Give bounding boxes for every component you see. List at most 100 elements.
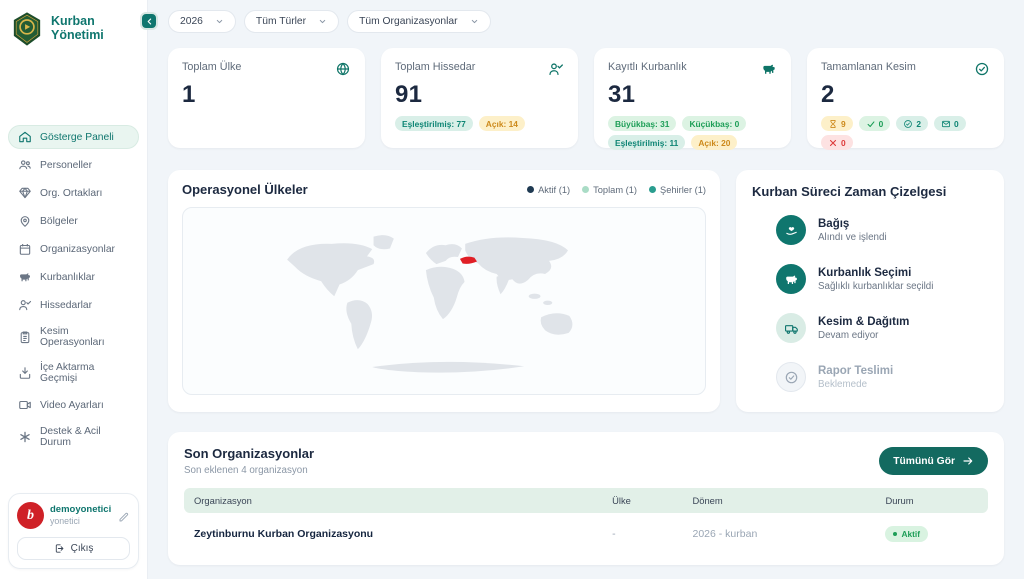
- stat-card: Toplam Ülke 1: [168, 48, 365, 148]
- sidebar-item-label: Personeller: [40, 160, 92, 171]
- filter-dropdown[interactable]: Tüm Organizasyonlar: [347, 10, 490, 33]
- user-name: demoyonetici: [50, 504, 111, 516]
- chevron-down-icon: [215, 17, 224, 26]
- timeline-step: Bağış Alındı ve işlendi: [776, 215, 988, 245]
- middle-row: Operasyonel Ülkeler Aktif (1) Toplam (1)…: [168, 170, 1004, 412]
- stat-value: 2: [821, 81, 990, 109]
- stat-value: 31: [608, 81, 777, 109]
- sidebar-item-label: Kesim Operasyonları: [40, 326, 129, 348]
- orgs-subtitle: Son eklenen 4 organizasyon: [184, 465, 314, 476]
- sidebar-item[interactable]: Destek & Acil Durum: [8, 421, 139, 453]
- sidebar-item[interactable]: Hissedarlar: [8, 293, 139, 317]
- sidebar-collapse-button[interactable]: [140, 12, 158, 30]
- app-logo-icon: [10, 11, 44, 47]
- stat-badge: Eşleştirilmiş: 11: [608, 135, 685, 150]
- edit-profile-icon[interactable]: [118, 510, 130, 522]
- org-country-cell: -: [602, 513, 682, 555]
- truck-icon: [776, 313, 806, 343]
- calendar-icon: [18, 242, 32, 256]
- timeline-step: Kesim & Dağıtım Devam ediyor: [776, 313, 988, 343]
- globe-icon: [335, 61, 351, 77]
- stat-badge: 0: [934, 116, 966, 131]
- timeline-step-subtitle: Devam ediyor: [818, 330, 909, 341]
- timeline-steps: Bağış Alındı ve işlendi Kurbanlık Seçimi…: [752, 215, 988, 392]
- stat-badge: Küçükbaş: 0: [682, 116, 746, 131]
- user-card: b demoyonetici yonetici Çıkış: [8, 493, 139, 569]
- video-icon: [18, 398, 32, 412]
- sidebar-item[interactable]: Kurbanlıklar: [8, 265, 139, 289]
- sidebar-item-label: Hissedarlar: [40, 300, 92, 311]
- filter-label: Tüm Türler: [256, 16, 306, 27]
- timeline-step-title: Kesim & Dağıtım: [818, 316, 909, 328]
- timeline-title: Kurban Süreci Zaman Çizelgesi: [752, 184, 988, 199]
- timeline-step: Kurbanlık Seçimi Sağlıklı kurbanlıklar s…: [776, 264, 988, 294]
- stat-label: Kayıtlı Kurbanlık: [608, 61, 687, 73]
- view-all-button[interactable]: Tümünü Gör: [879, 447, 988, 475]
- sidebar-item[interactable]: Organizasyonlar: [8, 237, 139, 261]
- user-role: yonetici: [50, 516, 111, 527]
- process-timeline-panel: Kurban Süreci Zaman Çizelgesi Bağış Alın…: [736, 170, 1004, 412]
- col-header-organization: Organizasyon: [184, 488, 602, 513]
- logout-icon: [54, 543, 65, 554]
- stat-label: Toplam Ülke: [182, 61, 241, 73]
- logout-label: Çıkış: [71, 543, 94, 554]
- sidebar-item[interactable]: Bölgeler: [8, 209, 139, 233]
- cow-icon: [761, 61, 777, 77]
- sidebar-item-label: Kurbanlıklar: [40, 272, 95, 283]
- sidebar-item[interactable]: Video Ayarları: [8, 393, 139, 417]
- stat-value: 1: [182, 81, 351, 109]
- check-circle-icon: [903, 119, 913, 129]
- stat-badge: 0: [821, 135, 853, 150]
- stat-badge: 0: [859, 116, 891, 131]
- clipboard-icon: [18, 330, 32, 344]
- timeline-step-title: Bağış: [818, 218, 887, 230]
- legend-dot: [649, 186, 656, 193]
- legend-dot: [527, 186, 534, 193]
- avatar: b: [17, 502, 44, 529]
- stat-value: 91: [395, 81, 564, 109]
- sidebar-item[interactable]: Personeller: [8, 153, 139, 177]
- world-map-svg: [272, 219, 617, 383]
- filter-dropdown[interactable]: 2026: [168, 10, 236, 33]
- x-icon: [828, 138, 838, 148]
- sidebar-item-label: İçe Aktarma Geçmişi: [40, 362, 129, 384]
- sidebar: Kurban Yönetimi Gösterge Paneli Personel…: [0, 0, 148, 579]
- timeline-step-title: Kurbanlık Seçimi: [818, 267, 933, 279]
- sidebar-item-label: Destek & Acil Durum: [40, 426, 129, 448]
- sidebar-item-label: Org. Ortakları: [40, 188, 102, 199]
- donation-icon: [776, 215, 806, 245]
- filter-label: Tüm Organizasyonlar: [359, 16, 457, 27]
- filter-dropdown[interactable]: Tüm Türler: [244, 10, 339, 33]
- stats-row: Toplam Ülke 1 Toplam Hissedar 91: [168, 48, 1004, 148]
- stat-badge: Eşleştirilmiş: 77: [395, 116, 473, 131]
- organizations-table: Organizasyon Ülke Dönem Durum Zeytinburn…: [184, 488, 988, 555]
- sidebar-item[interactable]: İçe Aktarma Geçmişi: [8, 357, 139, 389]
- sidebar-item[interactable]: Kesim Operasyonları: [8, 321, 139, 353]
- app-root: Kurban Yönetimi Gösterge Paneli Personel…: [0, 0, 1024, 579]
- sidebar-item[interactable]: Org. Ortakları: [8, 181, 139, 205]
- stat-label: Toplam Hissedar: [395, 61, 475, 73]
- timeline-step: Rapor Teslimi Beklemede: [776, 362, 988, 392]
- col-header-period: Dönem: [682, 488, 875, 513]
- org-period-cell: 2026 - kurban: [682, 513, 875, 555]
- app-title: Kurban Yönetimi: [51, 15, 141, 43]
- timeline-step-subtitle: Sağlıklı kurbanlıklar seçildi: [818, 281, 933, 292]
- map-pin-icon: [18, 214, 32, 228]
- sidebar-item-label: Bölgeler: [40, 216, 78, 227]
- legend-dot: [582, 186, 589, 193]
- table-row[interactable]: Zeytinburnu Kurban Organizasyonu - 2026 …: [184, 513, 988, 555]
- sidebar-menu: Gösterge Paneli Personeller Org. Ortakla…: [0, 125, 147, 453]
- sidebar-header: Kurban Yönetimi: [0, 0, 147, 57]
- orgs-title: Son Organizasyonlar: [184, 446, 314, 461]
- sidebar-item-label: Video Ayarları: [40, 400, 104, 411]
- stat-badge: Açık: 14: [479, 116, 525, 131]
- logout-button[interactable]: Çıkış: [17, 537, 130, 560]
- col-header-status: Durum: [875, 488, 988, 513]
- sidebar-item[interactable]: Gösterge Paneli: [8, 125, 139, 149]
- sidebar-item-label: Gösterge Paneli: [40, 132, 114, 143]
- chevron-down-icon: [318, 17, 327, 26]
- stat-card: Kayıtlı Kurbanlık 31 Büyükbaş: 31 Küçükb…: [594, 48, 791, 148]
- timeline-step-subtitle: Alındı ve işlendi: [818, 232, 887, 243]
- stat-card: Toplam Hissedar 91 Eşleştirilmiş: 77 Açı…: [381, 48, 578, 148]
- stat-badge: 2: [896, 116, 928, 131]
